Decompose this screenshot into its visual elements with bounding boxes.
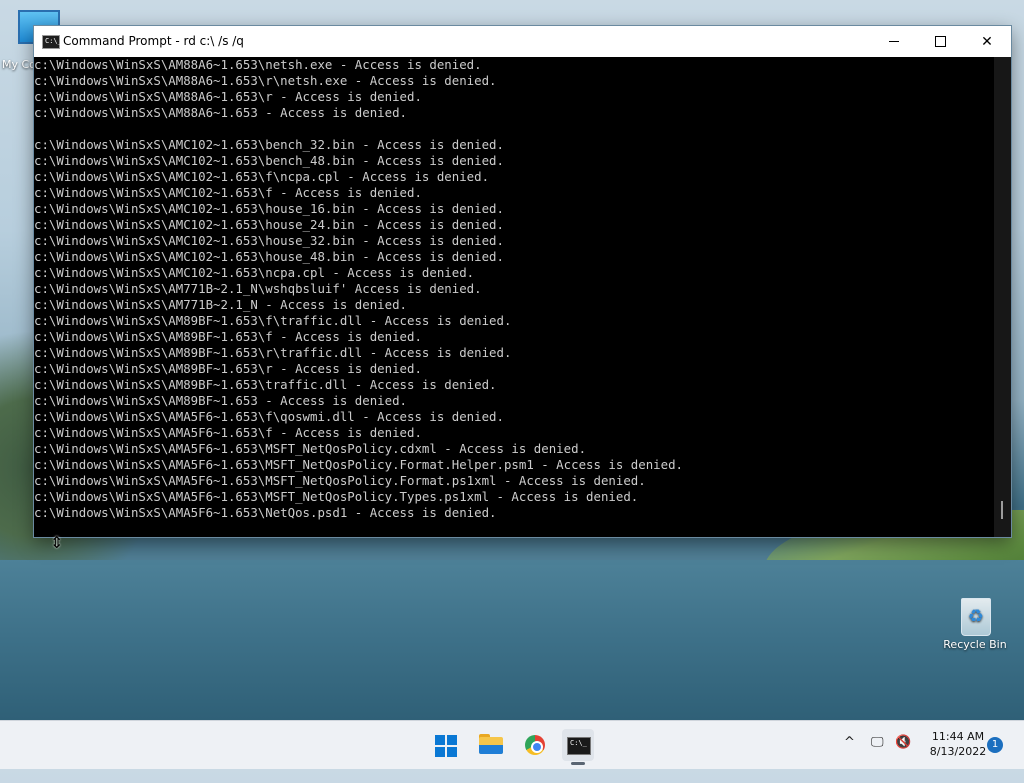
- console-line: c:\Windows\WinSxS\AMA5F6~1.653\MSFT_NetQ…: [34, 473, 646, 488]
- console-line: c:\Windows\WinSxS\AMC102~1.653\house_24.…: [34, 217, 504, 232]
- console-line: c:\Windows\WinSxS\AM771B~2.1_N\wshqbslui…: [34, 281, 482, 296]
- maximize-icon: [934, 36, 946, 47]
- console-line: c:\Windows\WinSxS\AMA5F6~1.653\f\qoswmi.…: [34, 409, 504, 424]
- console-line: c:\Windows\WinSxS\AM88A6~1.653 - Access …: [34, 105, 407, 120]
- resize-cursor-icon: ⇕: [50, 533, 64, 552]
- console-line: c:\Windows\WinSxS\AMC102~1.653\house_32.…: [34, 233, 504, 248]
- window-title: Command Prompt - rd c:\ /s /q: [63, 34, 244, 48]
- console-line: c:\Windows\WinSxS\AMC102~1.653\ncpa.cpl …: [34, 265, 475, 280]
- taskbar-command-prompt[interactable]: C:\_: [562, 729, 594, 761]
- console-line: c:\Windows\WinSxS\AM88A6~1.653\r\netsh.e…: [34, 73, 497, 88]
- close-button[interactable]: ✕: [964, 26, 1010, 57]
- chevron-up-icon: ^: [844, 735, 855, 750]
- scrollbar-thumb[interactable]: [1001, 501, 1003, 519]
- clock-date: 8/13/2022: [929, 745, 987, 758]
- console-output[interactable]: c:\Windows\WinSxS\AM88A6~1.653\netsh.exe…: [34, 57, 994, 537]
- recycle-bin-icon: ♻: [955, 596, 995, 636]
- desktop-icon-label: My Co: [2, 58, 36, 71]
- volume-button[interactable]: 🔇: [895, 735, 911, 783]
- terminal-icon[interactable]: C:\_: [42, 35, 62, 49]
- console-line: c:\Windows\WinSxS\AM771B~2.1_N - Access …: [34, 297, 407, 312]
- minimize-icon: [889, 41, 899, 42]
- taskbar-file-explorer[interactable]: [475, 729, 507, 761]
- notification-badge[interactable]: 1: [987, 737, 1003, 753]
- console-line: c:\Windows\WinSxS\AM89BF~1.653\traffic.d…: [34, 377, 497, 392]
- active-app-indicator: [571, 762, 585, 765]
- console-line: c:\Windows\WinSxS\AMA5F6~1.653\NetQos.ps…: [34, 505, 497, 520]
- console-line: c:\Windows\WinSxS\AM89BF~1.653\f - Acces…: [34, 329, 422, 344]
- window-titlebar[interactable]: C:\_ Command Prompt - rd c:\ /s /q ✕: [34, 26, 1011, 57]
- show-hidden-icons-button[interactable]: ^: [844, 735, 855, 783]
- wallpaper-lake: [0, 560, 1024, 720]
- terminal-icon: C:\_: [567, 737, 591, 755]
- desktop-icon-label: Recycle Bin: [943, 638, 1007, 651]
- console-line: c:\Windows\WinSxS\AM88A6~1.653\r - Acces…: [34, 89, 422, 104]
- network-button[interactable]: 🖵: [871, 735, 884, 783]
- console-line: c:\Windows\WinSxS\AMC102~1.653\house_16.…: [34, 201, 504, 216]
- console-line: c:\Windows\WinSxS\AM89BF~1.653\r - Acces…: [34, 361, 422, 376]
- console-line: c:\Windows\WinSxS\AM89BF~1.653\f\traffic…: [34, 313, 512, 328]
- console-line: c:\Windows\WinSxS\AMC102~1.653\f\ncpa.cp…: [34, 169, 490, 184]
- taskbar: C:\_ ^ 🖵 🔇 11:44 AM 8/13/2022 1: [0, 720, 1024, 769]
- desktop-icon-recycle-bin[interactable]: ♻ Recycle Bin: [940, 596, 1010, 651]
- taskbar-chrome[interactable]: [519, 729, 551, 761]
- maximize-button[interactable]: [917, 26, 963, 57]
- console-line: c:\Windows\WinSxS\AMA5F6~1.653\MSFT_NetQ…: [34, 441, 587, 456]
- console-line: c:\Windows\WinSxS\AMA5F6~1.653\f - Acces…: [34, 425, 422, 440]
- console-line: c:\Windows\WinSxS\AMA5F6~1.653\MSFT_NetQ…: [34, 489, 639, 504]
- command-prompt-window[interactable]: C:\_ Command Prompt - rd c:\ /s /q ✕ c:\…: [34, 26, 1011, 537]
- start-button[interactable]: [431, 729, 463, 761]
- console-line: c:\Windows\WinSxS\AM89BF~1.653\r\traffic…: [34, 345, 512, 360]
- volume-muted-icon: 🔇: [895, 735, 912, 750]
- console-line: c:\Windows\WinSxS\AMC102~1.653\bench_48.…: [34, 153, 504, 168]
- clock-time: 11:44 AM: [931, 730, 985, 743]
- taskbar-clock[interactable]: 11:44 AM 8/13/2022: [918, 729, 998, 759]
- vertical-scrollbar[interactable]: [994, 57, 1011, 537]
- close-icon: ✕: [981, 33, 993, 50]
- console-line: c:\Windows\WinSxS\AM88A6~1.653\netsh.exe…: [34, 57, 482, 72]
- console-line: c:\Windows\WinSxS\AMA5F6~1.653\MSFT_NetQ…: [34, 457, 684, 472]
- console-line: c:\Windows\WinSxS\AMC102~1.653\house_48.…: [34, 249, 504, 264]
- minimize-button[interactable]: [871, 26, 917, 57]
- console-line: c:\Windows\WinSxS\AM89BF~1.653 - Access …: [34, 393, 407, 408]
- network-icon: 🖵: [871, 735, 884, 750]
- console-line: c:\Windows\WinSxS\AMC102~1.653\bench_32.…: [34, 137, 504, 152]
- console-line: c:\Windows\WinSxS\AMC102~1.653\f - Acces…: [34, 185, 422, 200]
